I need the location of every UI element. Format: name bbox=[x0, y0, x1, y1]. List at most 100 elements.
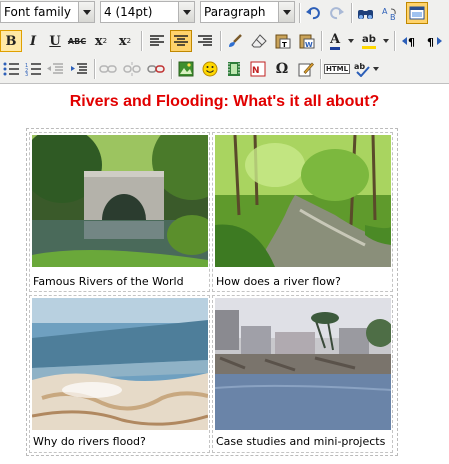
tile-famous-rivers[interactable]: Famous Rivers of the World bbox=[29, 132, 210, 292]
toolbar-separator bbox=[394, 31, 395, 51]
indent-icon bbox=[71, 63, 87, 74]
toolbar-separator bbox=[299, 3, 300, 23]
brush-icon bbox=[229, 34, 242, 47]
subscript-mark: 2 bbox=[102, 37, 108, 45]
special-char-button[interactable]: Ω bbox=[271, 58, 293, 80]
bullet-list-icon bbox=[3, 62, 19, 76]
cleanup-button[interactable] bbox=[224, 30, 246, 52]
link-button[interactable] bbox=[97, 58, 119, 80]
toolbar-row-1: Font family 4 (14pt) Paragraph AB bbox=[0, 0, 449, 26]
chevron-down-icon[interactable] bbox=[178, 2, 194, 22]
forecolor-button[interactable]: A bbox=[324, 30, 346, 52]
toolbar-separator bbox=[141, 31, 142, 51]
redo-icon bbox=[330, 7, 344, 20]
paste-text-button[interactable]: T bbox=[272, 30, 294, 52]
toolbar-row-2: B I U ABC x2 x2 T W A ab ¶ ¶ bbox=[0, 28, 449, 54]
binoculars-icon bbox=[358, 10, 373, 19]
bridge-river-image bbox=[32, 135, 208, 267]
backcolor-dropdown[interactable] bbox=[381, 30, 391, 52]
link-icon bbox=[99, 65, 117, 73]
superscript-button[interactable]: x2 bbox=[114, 30, 136, 52]
paste-word-button[interactable]: W bbox=[296, 30, 318, 52]
backcolor-label: ab bbox=[362, 34, 376, 49]
tile-grid: Famous Rivers of the World How does a ri… bbox=[26, 128, 398, 456]
bold-button[interactable]: B bbox=[0, 30, 22, 52]
anchor-icon bbox=[147, 65, 165, 73]
svg-text:3: 3 bbox=[25, 72, 28, 76]
edit-button[interactable] bbox=[295, 58, 317, 80]
tile-caption: How does a river flow? bbox=[216, 275, 341, 288]
superscript-label: x bbox=[118, 33, 127, 49]
tile-caption: Case studies and mini-projects bbox=[216, 435, 386, 448]
redo-button[interactable] bbox=[326, 2, 348, 24]
page-title: Rivers and Flooding: What's it all about… bbox=[69, 93, 380, 110]
align-left-icon bbox=[150, 35, 164, 46]
superscript-mark: 2 bbox=[126, 37, 132, 45]
find-button[interactable] bbox=[355, 2, 377, 24]
block-format-select[interactable]: Paragraph bbox=[200, 1, 295, 23]
image-button[interactable] bbox=[175, 58, 197, 80]
tile-case-studies[interactable]: Case studies and mini-projects bbox=[212, 295, 393, 453]
forest-stream-image bbox=[215, 135, 391, 267]
anchor-button[interactable] bbox=[145, 58, 167, 80]
unlink-button[interactable] bbox=[121, 58, 143, 80]
film-icon bbox=[228, 62, 240, 76]
spellcheck-button[interactable]: ab bbox=[351, 58, 373, 80]
forecolor-label: A bbox=[329, 32, 341, 50]
paste-word-icon: W bbox=[299, 34, 315, 49]
font-family-select[interactable]: Font family bbox=[0, 1, 95, 23]
align-right-button[interactable] bbox=[194, 30, 216, 52]
svg-text:A: A bbox=[382, 7, 388, 16]
tile-caption: Why do rivers flood? bbox=[33, 435, 146, 448]
html-source-button[interactable]: HTML bbox=[323, 58, 351, 80]
media-button[interactable] bbox=[223, 58, 245, 80]
align-center-button[interactable] bbox=[170, 30, 192, 52]
block-format-value: Paragraph bbox=[204, 5, 266, 19]
unlink-icon bbox=[123, 62, 141, 76]
tile-river-flow[interactable]: How does a river flow? bbox=[212, 132, 393, 292]
replace-button[interactable]: AB bbox=[379, 2, 401, 24]
forecolor-dropdown[interactable] bbox=[346, 30, 356, 52]
numbered-list-icon: 123 bbox=[25, 63, 41, 76]
replace-icon: AB bbox=[382, 7, 396, 21]
image-icon bbox=[178, 61, 194, 77]
tile-why-flood[interactable]: Why do rivers flood? bbox=[29, 295, 210, 453]
strikethrough-button[interactable]: ABC bbox=[66, 30, 88, 52]
toolbar-separator bbox=[94, 59, 95, 79]
pdf-icon: N bbox=[250, 61, 266, 77]
ltr-button[interactable]: ¶ bbox=[399, 30, 421, 52]
eraser-icon bbox=[251, 34, 267, 48]
svg-text:B: B bbox=[390, 13, 396, 21]
outdent-icon bbox=[47, 63, 63, 74]
backcolor-button[interactable]: ab bbox=[358, 30, 380, 52]
chevron-down-icon[interactable] bbox=[278, 2, 294, 22]
chevron-down-icon[interactable] bbox=[78, 2, 94, 22]
underline-button[interactable]: U bbox=[44, 30, 66, 52]
italic-label: I bbox=[29, 33, 37, 49]
fullscreen-button[interactable] bbox=[406, 2, 428, 24]
subscript-button[interactable]: x2 bbox=[90, 30, 112, 52]
tile-caption: Famous Rivers of the World bbox=[33, 275, 184, 288]
eraser-button[interactable] bbox=[248, 30, 270, 52]
toolbar-separator bbox=[220, 31, 221, 51]
svg-text:ab: ab bbox=[354, 62, 365, 71]
align-left-button[interactable] bbox=[146, 30, 168, 52]
undo-button[interactable] bbox=[302, 2, 324, 24]
outdent-button[interactable] bbox=[44, 58, 66, 80]
bullet-list-button[interactable] bbox=[0, 58, 22, 80]
rtl-button[interactable]: ¶ bbox=[423, 30, 445, 52]
spellcheck-dropdown[interactable] bbox=[371, 58, 381, 80]
italic-button[interactable]: I bbox=[22, 30, 44, 52]
toolbar-separator bbox=[320, 59, 321, 79]
pdf-button[interactable]: N bbox=[247, 58, 269, 80]
font-size-select[interactable]: 4 (14pt) bbox=[100, 1, 195, 23]
indent-button[interactable] bbox=[68, 58, 90, 80]
strikethrough-label: ABC bbox=[67, 36, 87, 46]
svg-text:W: W bbox=[305, 41, 313, 49]
numbered-list-button[interactable]: 123 bbox=[22, 58, 44, 80]
paste-text-icon: T bbox=[275, 34, 291, 49]
editor-toolbar: Font family 4 (14pt) Paragraph AB B I U … bbox=[0, 0, 449, 84]
toolbar-separator bbox=[351, 3, 352, 23]
emotion-button[interactable] bbox=[199, 58, 221, 80]
pencil-icon bbox=[298, 62, 314, 77]
